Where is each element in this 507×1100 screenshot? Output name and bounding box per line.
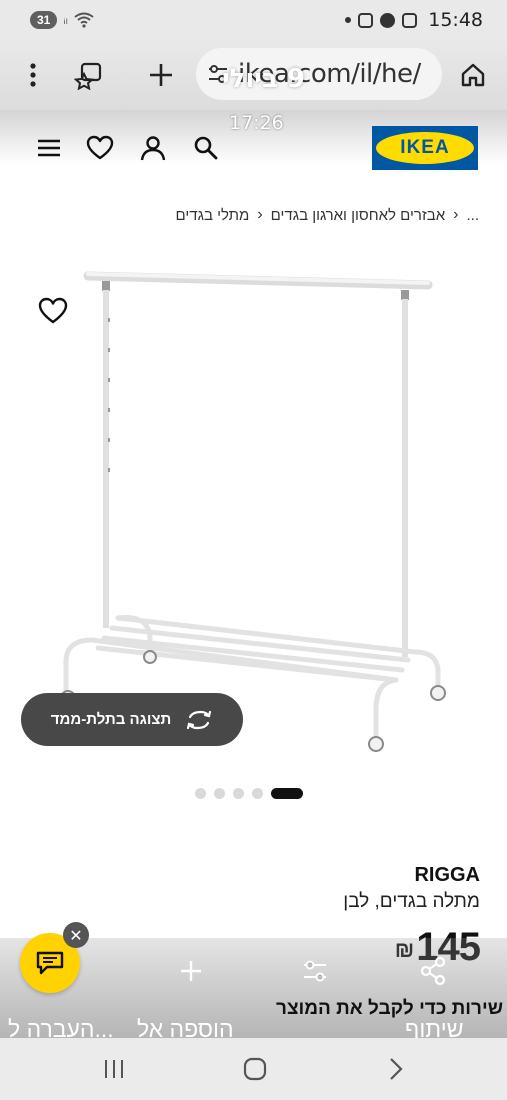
carousel-dot[interactable]	[252, 788, 263, 799]
carousel-dot[interactable]	[233, 788, 244, 799]
share-action[interactable]	[418, 956, 448, 991]
view-3d-button[interactable]: תצוגה בתלת-ממד	[21, 693, 243, 746]
breadcrumb-item-storage[interactable]: אבזרים לאחסון וארגון בגדים	[271, 207, 446, 224]
ikea-logo-text: IKEA	[400, 137, 450, 158]
browser-toolbar: ikea.com/il/he/ 9 ביולי	[0, 40, 507, 110]
chevron-left-icon: ‹	[453, 206, 459, 223]
close-icon[interactable]: ✕	[63, 922, 89, 948]
product-name: RIGGA	[414, 864, 480, 886]
breadcrumb-item-clothes-racks[interactable]: מתלי בגדים	[176, 207, 250, 224]
share-icon	[420, 956, 446, 986]
status-bar: 31 ᵢₗ 15:48	[0, 0, 507, 40]
date-overlay: 9 ביולי	[222, 64, 305, 94]
search-icon[interactable]	[192, 134, 220, 162]
ikea-logo-oval: IKEA	[376, 132, 474, 164]
carousel-dot-active[interactable]	[271, 788, 303, 799]
tune-icon	[304, 960, 326, 982]
tune-action[interactable]	[300, 956, 330, 991]
rotate-3d-icon	[187, 710, 212, 729]
add-action[interactable]	[176, 956, 206, 991]
chevron-left-icon: ‹	[257, 206, 263, 223]
system-navigation-bar	[0, 1038, 507, 1100]
app-notification-icon	[380, 12, 396, 28]
instagram-icon	[358, 12, 374, 28]
favorites-heart-icon[interactable]	[86, 134, 114, 162]
notification-dot-icon	[345, 17, 352, 23]
menu-icon[interactable]	[35, 134, 63, 162]
add-to-favorites-heart-icon[interactable]	[38, 296, 68, 326]
notification-badge: 31	[30, 11, 58, 29]
time-overlay: 17:26	[229, 112, 284, 134]
status-left: 31 ᵢₗ	[30, 11, 94, 29]
home-button-icon[interactable]	[235, 1052, 275, 1086]
ikea-logo[interactable]: IKEA	[372, 126, 478, 170]
recent-apps-icon[interactable]	[94, 1052, 134, 1086]
chat-bubble-icon	[36, 951, 64, 975]
new-tab-icon[interactable]	[146, 60, 176, 90]
account-icon[interactable]	[139, 134, 167, 162]
wifi-icon	[74, 12, 94, 28]
carousel-dot[interactable]	[214, 788, 225, 799]
screenshot-icon	[402, 12, 418, 28]
back-chevron-icon[interactable]	[376, 1052, 416, 1086]
more-options-icon[interactable]	[18, 60, 48, 90]
product-description: מתלה בגדים, לבן	[343, 891, 480, 912]
plus-icon	[181, 961, 201, 981]
image-carousel-dots	[195, 788, 303, 799]
bookmark-star-icon[interactable]	[74, 60, 104, 90]
signal-icon: ᵢₗ	[63, 12, 68, 28]
breadcrumb: ... ‹ אבזרים לאחסון וארגון בגדים ‹ מתלי …	[176, 206, 479, 224]
status-time: 15:48	[428, 9, 483, 31]
home-icon[interactable]	[458, 60, 488, 90]
status-right: 15:48	[345, 9, 483, 31]
delivery-service-text: שירות כדי לקבל את המוצר	[276, 998, 503, 1019]
breadcrumb-item-ellipsis[interactable]: ...	[466, 207, 479, 224]
product-info: RIGGA מתלה בגדים, לבן	[343, 864, 480, 913]
view-3d-label: תצוגה בתלת-ממד	[50, 711, 172, 728]
carousel-dot[interactable]	[195, 788, 206, 799]
